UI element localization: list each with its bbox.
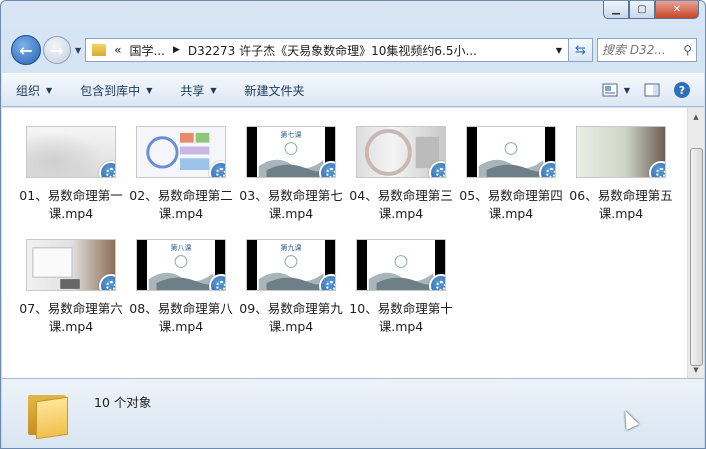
file-name[interactable]: 01、易数命理第一课.mp4 [16,187,126,223]
video-thumbnail[interactable] [576,126,666,178]
share-menu[interactable]: 共享 ▼ [180,82,216,99]
file-name[interactable]: 09、易数命理第九课.mp4 [236,300,346,336]
video-thumbnail[interactable]: 第九课 [246,239,336,291]
search-input[interactable] [602,43,678,57]
video-badge-icon [209,161,225,177]
organize-menu[interactable]: 组织 ▼ [16,82,52,99]
breadcrumb-overflow[interactable]: « [114,43,121,57]
video-badge-icon [99,161,115,177]
file-name[interactable]: 05、易数命理第四课.mp4 [456,187,566,223]
item-count: 10 个对象 [94,395,152,410]
folder-icon [92,44,107,56]
new-folder-label: 新建文件夹 [244,83,305,98]
search-box[interactable]: ⚲ [597,38,697,62]
forward-button[interactable]: → [43,36,71,64]
file-item[interactable]: 10、易数命理第十课.mp4 [346,239,456,336]
file-item[interactable]: 第九课 09、易数命理第九课.mp4 [236,239,346,336]
breadcrumb-segment-1[interactable]: 国学... [130,42,165,59]
video-badge-icon [429,161,445,177]
navigation-bar: ← → ▼ « 国学... ▶ D32273 许子杰《天易象数命理》10集视频约… [11,35,697,65]
video-thumbnail[interactable] [136,126,226,178]
refresh-button[interactable]: ⇆ [569,38,593,62]
video-thumbnail[interactable] [466,126,556,178]
scrollbar-thumb[interactable] [690,148,703,366]
details-pane: 10 个对象 [2,378,704,448]
video-thumbnail[interactable] [26,126,116,178]
file-name[interactable]: 03、易数命理第七课.mp4 [236,187,346,223]
caption-buttons: ▁ ▢ ✕ [603,1,699,19]
maximize-button[interactable]: ▢ [629,1,655,19]
search-icon[interactable]: ⚲ [683,43,692,57]
chevron-down-icon: ▼ [146,85,153,95]
back-button[interactable]: ← [11,35,41,65]
scroll-down-icon[interactable]: ▼ [688,361,704,378]
file-name[interactable]: 06、易数命理第五课.mp4 [566,187,676,223]
video-thumbnail[interactable]: 第八课 [136,239,226,291]
chevron-down-icon: ▼ [46,85,53,95]
organize-label: 组织 [16,83,41,98]
video-badge-icon [319,274,335,290]
chevron-down-icon: ▼ [623,85,630,95]
video-thumbnail[interactable]: 第七课 [246,126,336,178]
include-in-library-menu[interactable]: 包含到库中 ▼ [80,82,152,99]
file-item[interactable]: 07、易数命理第六课.mp4 [16,239,126,336]
close-button[interactable]: ✕ [655,1,699,19]
video-thumbnail[interactable] [356,126,446,178]
change-view-button[interactable]: ▼ [602,83,630,97]
new-folder-button[interactable]: 新建文件夹 [245,82,305,99]
file-item[interactable]: 01、易数命理第一课.mp4 [16,126,126,223]
thumbnail-caption: 第七课 [280,131,302,139]
video-thumbnail[interactable] [26,239,116,291]
view-icon [602,83,618,97]
video-badge-icon [319,161,335,177]
recent-pages-dropdown[interactable]: ▼ [75,46,81,55]
file-name[interactable]: 10、易数命理第十课.mp4 [346,300,456,336]
thumbnail-caption: 第九课 [280,244,302,252]
file-name[interactable]: 08、易数命理第八课.mp4 [126,300,236,336]
video-badge-icon [539,161,555,177]
chevron-down-icon: ▼ [210,85,217,95]
command-bar: 组织 ▼ 包含到库中 ▼ 共享 ▼ 新建文件夹 ▼ ? [2,73,704,107]
file-item[interactable]: 06、易数命理第五课.mp4 [566,126,676,223]
scroll-up-icon[interactable]: ▲ [688,108,704,125]
video-badge-icon [649,161,665,177]
file-name[interactable]: 04、易数命理第三课.mp4 [346,187,456,223]
share-label: 共享 [180,83,205,98]
mouse-cursor-icon [618,407,640,431]
video-badge-icon [99,274,115,290]
video-thumbnail[interactable] [356,239,446,291]
minimize-button[interactable]: ▁ [603,1,629,19]
breadcrumb-segment-2[interactable]: D32273 许子杰《天易象数命理》10集视频约6.5小... [188,42,477,59]
file-name[interactable]: 02、易数命理第二课.mp4 [126,187,236,223]
file-item[interactable]: 04、易数命理第三课.mp4 [346,126,456,223]
file-item[interactable]: 第七课 03、易数命理第七课.mp4 [236,126,346,223]
folder-icon [28,391,70,440]
file-item[interactable]: 05、易数命理第四课.mp4 [456,126,566,223]
address-dropdown-icon[interactable]: ▼ [556,46,562,55]
file-name[interactable]: 07、易数命理第六课.mp4 [16,300,126,336]
video-badge-icon [429,274,445,290]
address-bar[interactable]: « 国学... ▶ D32273 许子杰《天易象数命理》10集视频约6.5小..… [85,38,569,62]
video-badge-icon [209,274,225,290]
explorer-window: ▁ ▢ ✕ ← → ▼ « 国学... ▶ D32273 许子杰《天易象数命理》… [0,0,706,449]
breadcrumb-separator-icon[interactable]: ▶ [173,45,180,55]
file-item[interactable]: 第八课 08、易数命理第八课.mp4 [126,239,236,336]
thumbnail-caption: 第八课 [170,244,192,252]
file-list-pane: 01、易数命理第一课.mp4 02、易数命理第二课.mp4 第七课 03、易数命理第七… [2,108,704,378]
include-in-library-label: 包含到库中 [80,83,141,98]
file-grid: 01、易数命理第一课.mp4 02、易数命理第二课.mp4 第七课 03、易数命理第七… [16,126,676,336]
file-item[interactable]: 02、易数命理第二课.mp4 [126,126,236,223]
preview-pane-icon[interactable] [644,83,660,97]
help-icon[interactable]: ? [674,82,690,98]
vertical-scrollbar[interactable]: ▲ ▼ [687,108,704,378]
